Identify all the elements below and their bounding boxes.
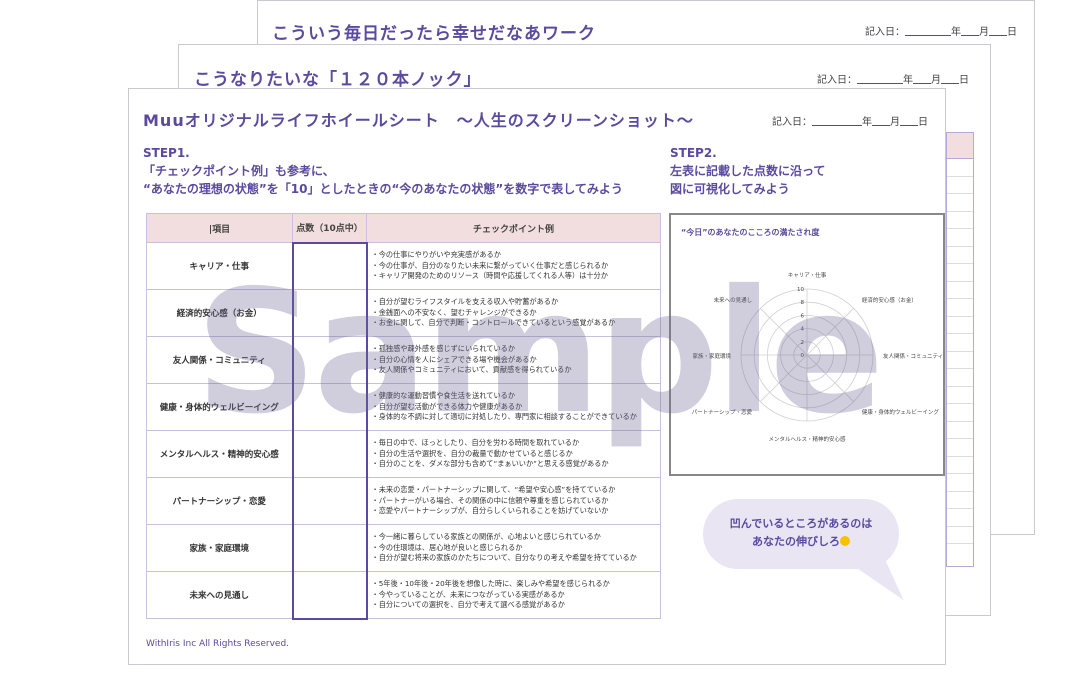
checkpoint-item: ・今一緒に暮らしている家族との関係が、心地よいと感じられているか [371, 532, 601, 542]
checkpoint-cell: ・未来の恋愛・パートナーシップに関して、“希望や安心感”を持てているか ・パートナ… [366, 477, 661, 525]
header-checkpoints: チェックポイント例 [366, 213, 661, 243]
middle-sheet-title: こうなりたいな「１２０本ノック」 [194, 70, 482, 90]
checkpoint-item: ・今の住環境は、居心地が良いと感じられるか [371, 542, 523, 552]
row-item-label: パートナーシップ・恋愛 [146, 477, 293, 525]
checkpoint-item: ・5年後・10年後・20年後を想像した時に、楽しみや希望を感じられるか [371, 579, 610, 589]
sun-icon [840, 536, 850, 546]
table-row: パートナーシップ・恋愛 ・未来の恋愛・パートナーシップに関して、“希望や安心感”を… [146, 477, 661, 525]
checkpoint-item: ・自分が望む将来の家族のかたちについて、自分なりの考えや希望を持てているか [371, 553, 637, 563]
copyright-footer: WithIris Inc All Rights Reserved. [146, 639, 290, 649]
back-sheet-title: こういう毎日だったら幸せだなあワーク [272, 24, 596, 44]
table-header-row: |項目 点数（10点中） チェックポイント例 [146, 213, 661, 244]
checkpoint-cell: ・5年後・10年後・20年後を想像した時に、楽しみや希望を感じられるか ・今やって… [366, 571, 661, 619]
checkpoint-item: ・恋愛やパートナーシップが、自分らしくいられることを妨げていないか [371, 506, 609, 516]
checkpoint-list: ・未来の恋愛・パートナーシップに関して、“希望や安心感”を持てているか ・パートナ… [368, 485, 661, 517]
score-cell[interactable] [291, 524, 368, 572]
middle-sheet-table [946, 132, 974, 567]
checkpoint-cell: ・今一緒に暮らしている家族との関係が、心地よいと感じられているか ・今の住環境は、… [366, 524, 661, 572]
row-item-label: 家族・家庭環境 [146, 524, 293, 572]
checkpoint-list: ・今一緒に暮らしている家族との関係が、心地よいと感じられているか ・今の住環境は、… [368, 532, 661, 564]
checkpoint-item: ・自分のことを、ダメな部分も含めて“まぁいいか”と思える感覚があるか [371, 459, 609, 469]
back-sheet-date: 記入日：年月日 [865, 27, 1017, 38]
step2-instructions: STEP2. 左表に記載した点数に沿って 図に可視化してみよう [670, 146, 826, 196]
step1-instructions: STEP1. 「チェックポイント例」も参考に、 “あなたの理想の状態”を「10」… [143, 146, 623, 196]
step2-heading: STEP2. [670, 146, 717, 160]
checkpoint-item: ・未来の恋愛・パートナーシップに関して、“希望や安心感”を持てているか [371, 485, 616, 495]
score-cell[interactable] [291, 477, 368, 525]
checkpoint-list: ・5年後・10年後・20年後を想像した時に、楽しみや希望を感じられるか ・今やって… [368, 579, 661, 611]
row-item-label: 未来への見通し [146, 571, 293, 619]
front-sheet-date: 記入日：年月日 [772, 117, 928, 128]
step1-heading: STEP1. [143, 146, 190, 160]
speech-bubble: 凹んでいるところがあるのは あなたの伸びしろ [703, 499, 899, 569]
middle-sheet-date: 記入日：年月日 [817, 75, 969, 86]
header-score: 点数（10点中） [292, 213, 367, 244]
front-sheet-title: Muuオリジナルライフホイールシート ～人生のスクリーンショット～ [143, 111, 694, 130]
checkpoint-item: ・パートナーがいる場合、その関係の中に信頼や尊重を感じられているか [371, 495, 609, 505]
radar-axis-label: 友人関係・コミュニティ [883, 352, 943, 360]
table-row: 家族・家庭環境 ・今一緒に暮らしている家族との関係が、心地よいと感じられているか・… [146, 524, 661, 572]
sample-watermark: Sample [195, 254, 885, 452]
checkpoint-item: ・自分についての選択を、自分で考えて選べる感覚があるか [371, 600, 566, 610]
score-cell[interactable] [291, 571, 368, 620]
table-row: 未来への見通し ・5年後・10年後・20年後を想像した時に、楽しみや希望を感じられ… [146, 571, 661, 620]
header-item: |項目 [146, 213, 293, 243]
checkpoint-item: ・今やっていることが、未来につながっている実感があるか [371, 589, 565, 599]
